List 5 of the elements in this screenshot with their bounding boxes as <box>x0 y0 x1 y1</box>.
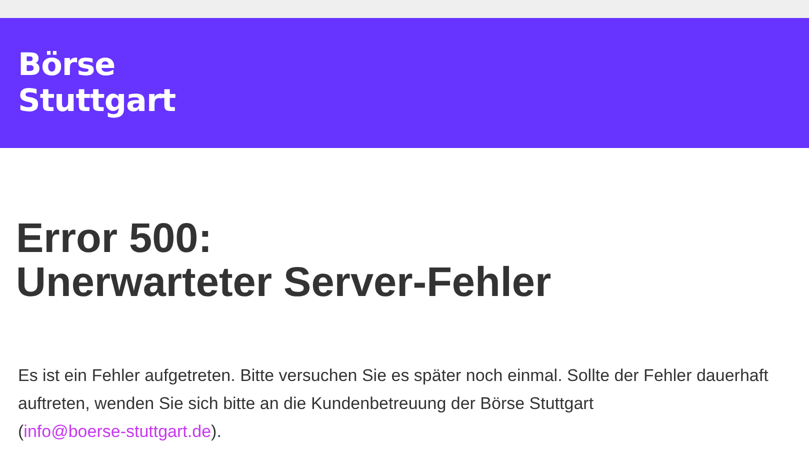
logo-text[interactable]: Stuttgart <box>18 83 176 119</box>
error-message: Es ist ein Fehler aufgetreten. Bitte versuchen Sie es später noch einmal. Sollte der Fehler dauerhaft auftreten, wenden Sie sich bitte an die Kundenbetreuung der Börse Stuttgart (info@boerse-stuttgart.de). <box>18 365 770 443</box>
logo-text[interactable]: Börse <box>18 47 116 83</box>
email-link[interactable]: info@boerse-stuttgart.de <box>24 422 212 441</box>
page-heading: Error 500: Unerwarteter Server-Fehler <box>16 216 552 304</box>
